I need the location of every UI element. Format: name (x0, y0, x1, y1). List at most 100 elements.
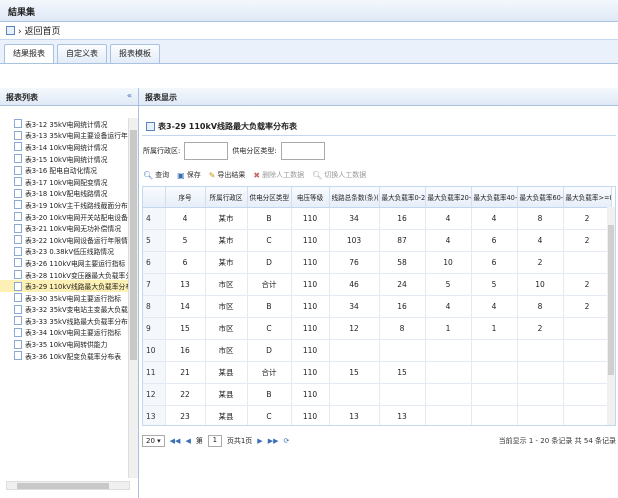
report-tree-item[interactable]: 表3-28 110kV变压器最大负载率分布表 (0, 269, 128, 281)
table-row[interactable]: 7 13 市区 合计 110 46 24 5 5 10 2 (143, 273, 612, 296)
tab-result-report[interactable]: 结果报表 (4, 44, 54, 63)
column-header[interactable]: 最大负载率0-20 (379, 187, 426, 208)
report-tree-item[interactable]: 表3-12 35kV电网统计情况 (0, 118, 128, 130)
table-cell: 34 (329, 295, 380, 318)
table-row[interactable]: 12 22 某县 B 110 (143, 383, 612, 406)
column-header[interactable]: 线路总条数(条)(公 (329, 187, 380, 208)
column-header[interactable]: 序号 (165, 187, 206, 208)
export-label: 导出结果 (217, 171, 246, 179)
table-cell (425, 383, 472, 406)
table-cell (517, 383, 564, 406)
search-icon: 🔍︎ (312, 170, 323, 180)
column-header[interactable]: 最大负载率20-40 (425, 187, 472, 208)
query-button[interactable]: 🔍︎ 查询 (143, 170, 169, 180)
document-icon (14, 339, 22, 349)
last-page-button[interactable]: ▶▶ (268, 437, 279, 445)
report-tree-item[interactable]: 表3-21 10kV电网无功补偿情况 (0, 222, 128, 234)
export-button[interactable]: ✎ 导出结果 (209, 170, 246, 180)
region-input[interactable] (184, 142, 229, 160)
prev-page-button[interactable]: ◀ (185, 437, 190, 445)
table-cell: 110 (291, 361, 330, 384)
save-button[interactable]: ▣ 保存 (177, 170, 201, 180)
report-tree-item[interactable]: 表3-18 10kV配电线路情况 (0, 188, 128, 200)
delete-manual-button[interactable]: ✖ 删除人工数据 (253, 170, 304, 180)
report-tree-item[interactable]: 表3-36 10kV配变负载率分布表 (0, 350, 128, 362)
report-tree-item[interactable]: 表3-14 10kV电网统计情况 (0, 141, 128, 153)
document-icon (14, 154, 22, 164)
report-display-header: 报表显示 (139, 88, 618, 106)
save-icon: ▣ (177, 170, 185, 180)
column-header[interactable]: 最大负载率40-60 (471, 187, 518, 208)
tree-vertical-scrollbar[interactable] (128, 118, 138, 478)
region-label: 所属行政区: (143, 147, 181, 155)
tab-report-template[interactable]: 报表模板 (110, 44, 160, 63)
table-row[interactable]: 9 15 市区 C 110 12 8 1 1 2 (143, 317, 612, 340)
column-header[interactable]: 最大负载率>=80 (563, 187, 612, 208)
next-page-button[interactable]: ▶ (257, 437, 262, 445)
report-tree-item[interactable]: 表3-26 110kV电网主要运行指标 (0, 257, 128, 269)
switch-manual-button[interactable]: 🔍︎ 切换人工数据 (312, 170, 366, 180)
document-icon (14, 142, 22, 152)
table-row[interactable]: 4 4 某市 B 110 34 16 4 4 8 2 (143, 207, 612, 230)
table-cell: 8 (379, 317, 426, 340)
report-tree-item[interactable]: 表3-30 35kV电网主要运行指标 (0, 292, 128, 304)
table-row[interactable]: 11 21 某县 合计 110 15 15 (143, 361, 612, 384)
report-tree-item[interactable]: 表3-19 10kV主干线路线截面分布表 (0, 199, 128, 211)
table-row[interactable]: 10 16 市区 D 110 (143, 339, 612, 362)
column-header[interactable]: 电压等级 (291, 187, 330, 208)
collapse-icon[interactable]: « (127, 91, 132, 100)
table-cell (425, 405, 472, 425)
refresh-icon[interactable]: ⟳ (283, 437, 289, 445)
report-list-panel: 报表列表 « 表3-12 35kV电网统计情况 表3-13 35kV电网主要设备运… (0, 88, 139, 498)
tree-horizontal-scrollbar[interactable] (6, 481, 130, 490)
report-tree-item[interactable]: 表3-33 35kV线路最大负载率分布表 (0, 315, 128, 327)
table-cell (471, 383, 518, 406)
power-zone-input[interactable] (280, 142, 325, 160)
search-icon: 🔍︎ (143, 170, 154, 180)
report-tree-item[interactable]: 表3-34 10kV电网主要运行指标 (0, 327, 128, 339)
report-display-title: 报表显示 (145, 93, 177, 102)
column-header[interactable]: 最大负载率60-80 (517, 187, 564, 208)
table-row[interactable]: 8 14 市区 B 110 34 16 4 4 8 2 (143, 295, 612, 318)
delete-manual-label: 删除人工数据 (262, 171, 305, 179)
row-number-cell: 9 (143, 317, 166, 340)
document-icon (14, 188, 22, 198)
table-cell: 15 (165, 317, 206, 340)
grid-vertical-scrollbar[interactable] (607, 207, 615, 425)
report-tree-item[interactable]: 表3-16 配电自动化情况 (0, 164, 128, 176)
table-cell: 16 (165, 339, 206, 362)
report-tree-item[interactable]: 表3-32 35kV变电站主变最大负载率分布表 (0, 304, 128, 316)
column-header[interactable]: 供电分区类型 (247, 187, 292, 208)
table-row[interactable]: 13 23 某县 C 110 13 13 (143, 405, 612, 425)
report-tree-item[interactable]: 表3-15 10kV电网统计情况 (0, 153, 128, 165)
page-number-input[interactable]: 1 (207, 435, 222, 447)
scroll-thumb[interactable] (17, 483, 109, 489)
column-header[interactable]: 所属行政区 (205, 187, 248, 208)
report-tree-item[interactable]: 表3-20 10kV电网开关站配电设备情况 (0, 211, 128, 223)
scroll-thumb[interactable] (130, 130, 137, 360)
report-tree-item[interactable]: 表3-29 110kV线路最大负载率分布表 (0, 280, 128, 292)
report-tree-item[interactable]: 表3-22 10kV电网设备运行年限情况 (0, 234, 128, 246)
table-cell: 13 (379, 405, 426, 425)
tab-custom-table[interactable]: 自定义表 (57, 44, 107, 63)
table-cell: 合计 (247, 361, 292, 384)
breadcrumb-link[interactable]: › 返回首页 (18, 24, 60, 37)
report-tree-item[interactable]: 表3-35 10kV电网转供能力 (0, 338, 128, 350)
table-row[interactable]: 6 6 某市 D 110 76 58 10 6 2 (143, 251, 612, 274)
report-tree-item-label: 表3-33 35kV线路最大负载率分布表 (25, 317, 128, 326)
report-tree-item[interactable]: 表3-13 35kV电网主要设备运行年限分布 (0, 130, 128, 142)
scroll-thumb[interactable] (608, 225, 614, 375)
page-size-select[interactable]: 20 ▾ (142, 435, 165, 447)
table-cell: 23 (165, 405, 206, 425)
row-number-cell: 7 (143, 273, 166, 296)
report-tree-item[interactable]: 表3-23 0.38kV低压线路情况 (0, 246, 128, 258)
table-cell: 某市 (205, 229, 248, 252)
first-page-button[interactable]: ◀◀ (170, 437, 181, 445)
row-number-cell: 10 (143, 339, 166, 362)
table-row[interactable]: 5 5 某市 C 110 103 87 4 6 4 2 (143, 229, 612, 252)
table-cell: 10 (517, 273, 564, 296)
column-header[interactable] (143, 187, 166, 208)
page-total-label: 页共1页 (226, 437, 253, 445)
record-count-info: 当前显示 1 - 20 条记录 共 54 条记录 (498, 437, 616, 445)
report-tree-item[interactable]: 表3-17 10kV电网配变情况 (0, 176, 128, 188)
